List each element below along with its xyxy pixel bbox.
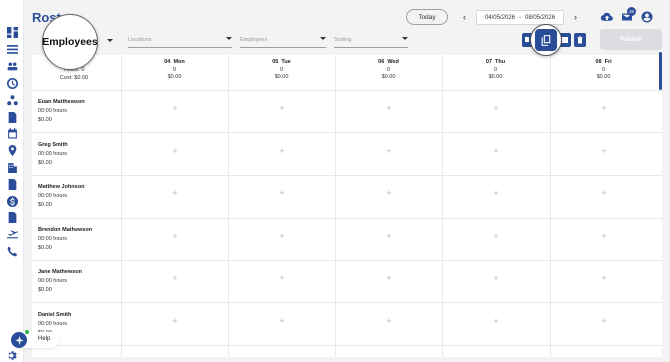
day-header-mon: 04 Mon 0 $0.00 [164, 59, 185, 81]
phone-icon[interactable] [6, 245, 18, 257]
publish-button[interactable]: Publish [600, 29, 662, 50]
add-shift-button[interactable]: + [491, 146, 501, 156]
cloud-upload-icon[interactable] [600, 10, 613, 22]
add-shift-button[interactable]: + [277, 273, 287, 283]
add-shift-button[interactable]: + [491, 188, 501, 198]
clock-icon[interactable] [6, 77, 18, 89]
add-shift-button[interactable]: + [599, 188, 609, 198]
prev-week-icon[interactable]: ‹ [463, 12, 466, 22]
account-icon[interactable] [641, 10, 653, 23]
locations-select[interactable]: Locations [128, 32, 232, 48]
scrollbar[interactable] [659, 52, 662, 90]
add-shift-button[interactable]: + [384, 146, 394, 156]
employee-row-header[interactable]: Jane Mathewson 00:00 hours $0.00 [38, 268, 82, 295]
date-end: 08/05/2026 [525, 14, 556, 21]
summary-cost: Cost: $0.00 [59, 75, 89, 81]
add-shift-button[interactable]: + [491, 231, 501, 241]
add-shift-button[interactable]: + [384, 231, 394, 241]
dollar-icon[interactable] [6, 195, 18, 207]
add-shift-button[interactable]: + [170, 316, 180, 326]
building-icon[interactable] [6, 161, 18, 173]
add-shift-button[interactable]: + [170, 273, 180, 283]
add-shift-button[interactable]: + [277, 103, 287, 113]
sidebar [0, 0, 24, 362]
day-header-wed: 06 Wed 0 $0.00 [378, 59, 399, 81]
copy-roster-button[interactable] [530, 24, 562, 56]
calendar-icon[interactable] [6, 127, 18, 139]
add-shift-button[interactable]: + [599, 316, 609, 326]
document-icon[interactable] [6, 178, 18, 190]
add-shift-button[interactable]: + [599, 146, 609, 156]
date-start: 04/05/2026 [484, 14, 515, 21]
day-header-tue: 05 Tue 0 $0.00 [272, 59, 291, 81]
org-chart-icon[interactable] [6, 94, 18, 106]
add-shift-button[interactable]: + [384, 103, 394, 113]
day-header-thu: 07 Thu 0 $0.00 [485, 59, 506, 81]
employees-select[interactable]: Employees [240, 32, 326, 48]
add-shift-button[interactable]: + [170, 103, 180, 113]
settings-gear-icon[interactable] [6, 348, 18, 360]
roster-grid: Hours: 0 Cost: $0.00 04 Mon 0 $0.00 05 T… [32, 55, 662, 357]
add-shift-button[interactable]: + [170, 146, 180, 156]
sorting-select[interactable]: Sorting [334, 32, 408, 48]
add-shift-button[interactable]: + [491, 273, 501, 283]
location-pin-icon[interactable] [6, 144, 18, 156]
help-sparkle-icon[interactable] [11, 332, 27, 348]
add-shift-button[interactable]: + [277, 188, 287, 198]
add-shift-button[interactable]: + [277, 231, 287, 241]
add-shift-button[interactable]: + [384, 273, 394, 283]
today-button[interactable]: Today [406, 9, 448, 25]
copy-icon [535, 29, 557, 51]
employee-row-header[interactable]: Euan Matthewson 00:00 hours $0.00 [38, 98, 85, 125]
plane-icon[interactable] [6, 228, 18, 240]
add-shift-button[interactable]: + [277, 316, 287, 326]
employee-row-header[interactable]: Matthew Johnson 00:00 hours $0.00 [38, 183, 84, 210]
help-label[interactable]: Help [38, 336, 50, 342]
add-shift-button[interactable]: + [599, 231, 609, 241]
add-shift-button[interactable]: + [170, 188, 180, 198]
list-icon[interactable] [6, 43, 18, 55]
dashboard-icon[interactable] [6, 26, 18, 38]
timesheet-icon[interactable] [6, 111, 18, 123]
next-week-icon[interactable]: › [574, 12, 577, 22]
add-shift-button[interactable]: + [277, 146, 287, 156]
online-status-dot [25, 330, 29, 334]
date-separator: - [519, 14, 521, 21]
employee-row-header[interactable]: Brendon Mathewson 00:00 hours $0.00 [38, 226, 92, 253]
employee-row-header[interactable]: Greg Smith 00:00 hours $0.00 [38, 141, 68, 168]
day-header-fri: 08 Fri 0 $0.00 [595, 59, 612, 81]
add-shift-button[interactable]: + [491, 316, 501, 326]
delete-icon[interactable] [574, 33, 586, 47]
add-shift-button[interactable]: + [384, 316, 394, 326]
view-select[interactable]: Employees [42, 14, 98, 70]
date-range-picker[interactable]: 04/05/2026 - 08/05/2026 [476, 10, 564, 25]
people-icon[interactable] [6, 60, 18, 72]
view-select-caret[interactable] [107, 39, 113, 42]
add-shift-button[interactable]: + [170, 231, 180, 241]
report-icon[interactable] [6, 211, 18, 223]
notification-badge: 26 [627, 7, 636, 16]
add-shift-button[interactable]: + [599, 273, 609, 283]
add-shift-button[interactable]: + [599, 103, 609, 113]
add-shift-button[interactable]: + [384, 188, 394, 198]
add-shift-button[interactable]: + [491, 103, 501, 113]
